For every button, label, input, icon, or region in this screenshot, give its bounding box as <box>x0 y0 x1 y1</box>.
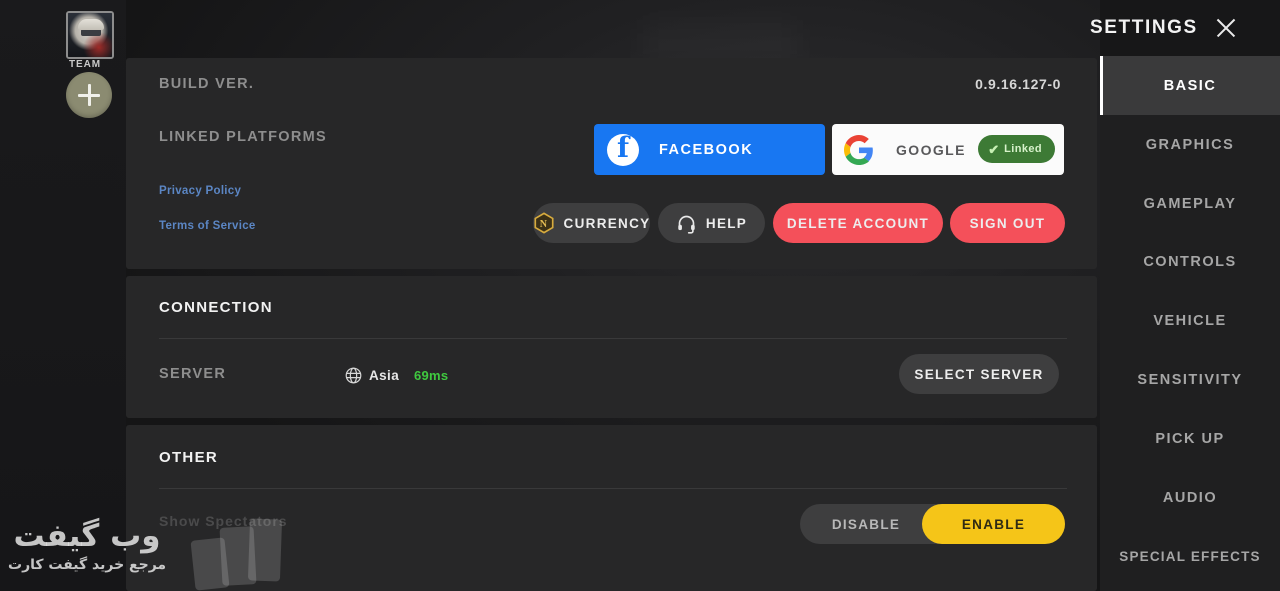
tab-graphics[interactable]: GRAPHICS <box>1100 115 1280 174</box>
tab-pick-up[interactable]: PICK UP <box>1100 409 1280 468</box>
show-spectators-toggle[interactable]: DISABLE ENABLE <box>800 504 1065 544</box>
tab-label: GRAPHICS <box>1145 136 1235 153</box>
tab-label: BASIC <box>1163 77 1217 94</box>
add-teammate-button[interactable] <box>66 72 112 118</box>
sign-out-label: SIGN OUT <box>969 215 1046 231</box>
tab-label: GAMEPLAY <box>1143 195 1237 212</box>
sign-out-button[interactable]: SIGN OUT <box>950 203 1065 243</box>
help-button[interactable]: HELP <box>658 203 765 243</box>
page-title: SETTINGS <box>1090 17 1198 38</box>
tab-vehicle[interactable]: VEHICLE <box>1100 291 1280 350</box>
tab-basic[interactable]: BASIC <box>1100 56 1280 115</box>
select-server-button[interactable]: SELECT SERVER <box>899 354 1059 394</box>
server-ping: 69ms <box>414 368 449 383</box>
delete-account-label: DELETE ACCOUNT <box>786 215 930 231</box>
tab-label: CONTROLS <box>1143 253 1237 270</box>
left-rail: TEAM <box>0 0 126 591</box>
settings-header: SETTINGS <box>1090 0 1280 56</box>
tab-label: AUDIO <box>1162 489 1218 506</box>
select-server-label: SELECT SERVER <box>914 366 1044 382</box>
server-region: Asia <box>369 368 400 383</box>
connection-title: CONNECTION <box>159 299 273 316</box>
svg-text:N: N <box>539 219 547 230</box>
check-icon: ✔ <box>988 141 1000 157</box>
tab-controls[interactable]: CONTROLS <box>1100 232 1280 291</box>
player-avatar-icon <box>68 13 112 57</box>
other-card: OTHER Show Spectators DISABLE ENABLE <box>126 425 1097 591</box>
other-title: OTHER <box>159 449 218 466</box>
google-label: GOOGLE <box>896 141 966 158</box>
divider <box>159 338 1067 339</box>
delete-account-button[interactable]: DELETE ACCOUNT <box>773 203 943 243</box>
settings-sidebar: SETTINGS BASIC GRAPHICS GAMEPLAY CONTROL… <box>1090 0 1280 591</box>
close-icon[interactable] <box>1214 16 1238 40</box>
facebook-link-button[interactable]: FACEBOOK <box>594 124 825 175</box>
terms-of-service-link[interactable]: Terms of Service <box>159 220 256 232</box>
linked-platforms-label: LINKED PLATFORMS <box>159 129 327 145</box>
avatar[interactable] <box>66 11 114 59</box>
privacy-policy-link[interactable]: Privacy Policy <box>159 185 241 197</box>
tab-label: SENSITIVITY <box>1137 371 1243 388</box>
build-version-label: BUILD VER. <box>159 76 255 92</box>
tab-label: VEHICLE <box>1153 312 1227 329</box>
game-settings-screen: TEAM BUILD VER. 0.9.16.127-0 LINKED PLAT… <box>0 0 1280 591</box>
currency-button[interactable]: N CURRENCY <box>533 203 650 243</box>
divider <box>159 488 1067 489</box>
build-version-value: 0.9.16.127-0 <box>975 76 1061 92</box>
headset-icon <box>676 213 697 234</box>
account-card: BUILD VER. 0.9.16.127-0 LINKED PLATFORMS… <box>126 58 1097 269</box>
show-spectators-label: Show Spectators <box>159 513 288 529</box>
toggle-enable-option[interactable]: ENABLE <box>922 504 1065 544</box>
tab-label: PICK UP <box>1155 430 1225 447</box>
linked-badge-label: Linked <box>1004 143 1042 155</box>
facebook-label: FACEBOOK <box>659 141 754 158</box>
server-label: SERVER <box>159 366 227 382</box>
globe-icon <box>344 366 363 385</box>
connection-card: CONNECTION SERVER Asia 69ms SELECT SERVE… <box>126 276 1097 418</box>
google-link-button[interactable]: GOOGLE ✔ Linked <box>832 124 1064 175</box>
tab-sensitivity[interactable]: SENSITIVITY <box>1100 350 1280 409</box>
currency-coin-icon: N <box>533 212 555 234</box>
facebook-icon <box>607 131 639 166</box>
help-label: HELP <box>705 215 748 231</box>
google-icon <box>844 134 873 165</box>
tab-special-effects[interactable]: SPECIAL EFFECTS <box>1100 527 1280 586</box>
tab-audio[interactable]: AUDIO <box>1100 468 1280 527</box>
currency-label: CURRENCY <box>563 215 651 231</box>
tab-gameplay[interactable]: GAMEPLAY <box>1100 174 1280 233</box>
tab-label: SPECIAL EFFECTS <box>1119 549 1261 564</box>
toggle-disable-option[interactable]: DISABLE <box>800 504 932 544</box>
settings-content: BUILD VER. 0.9.16.127-0 LINKED PLATFORMS… <box>126 0 1100 591</box>
status-badge: ✔ Linked <box>978 135 1055 163</box>
